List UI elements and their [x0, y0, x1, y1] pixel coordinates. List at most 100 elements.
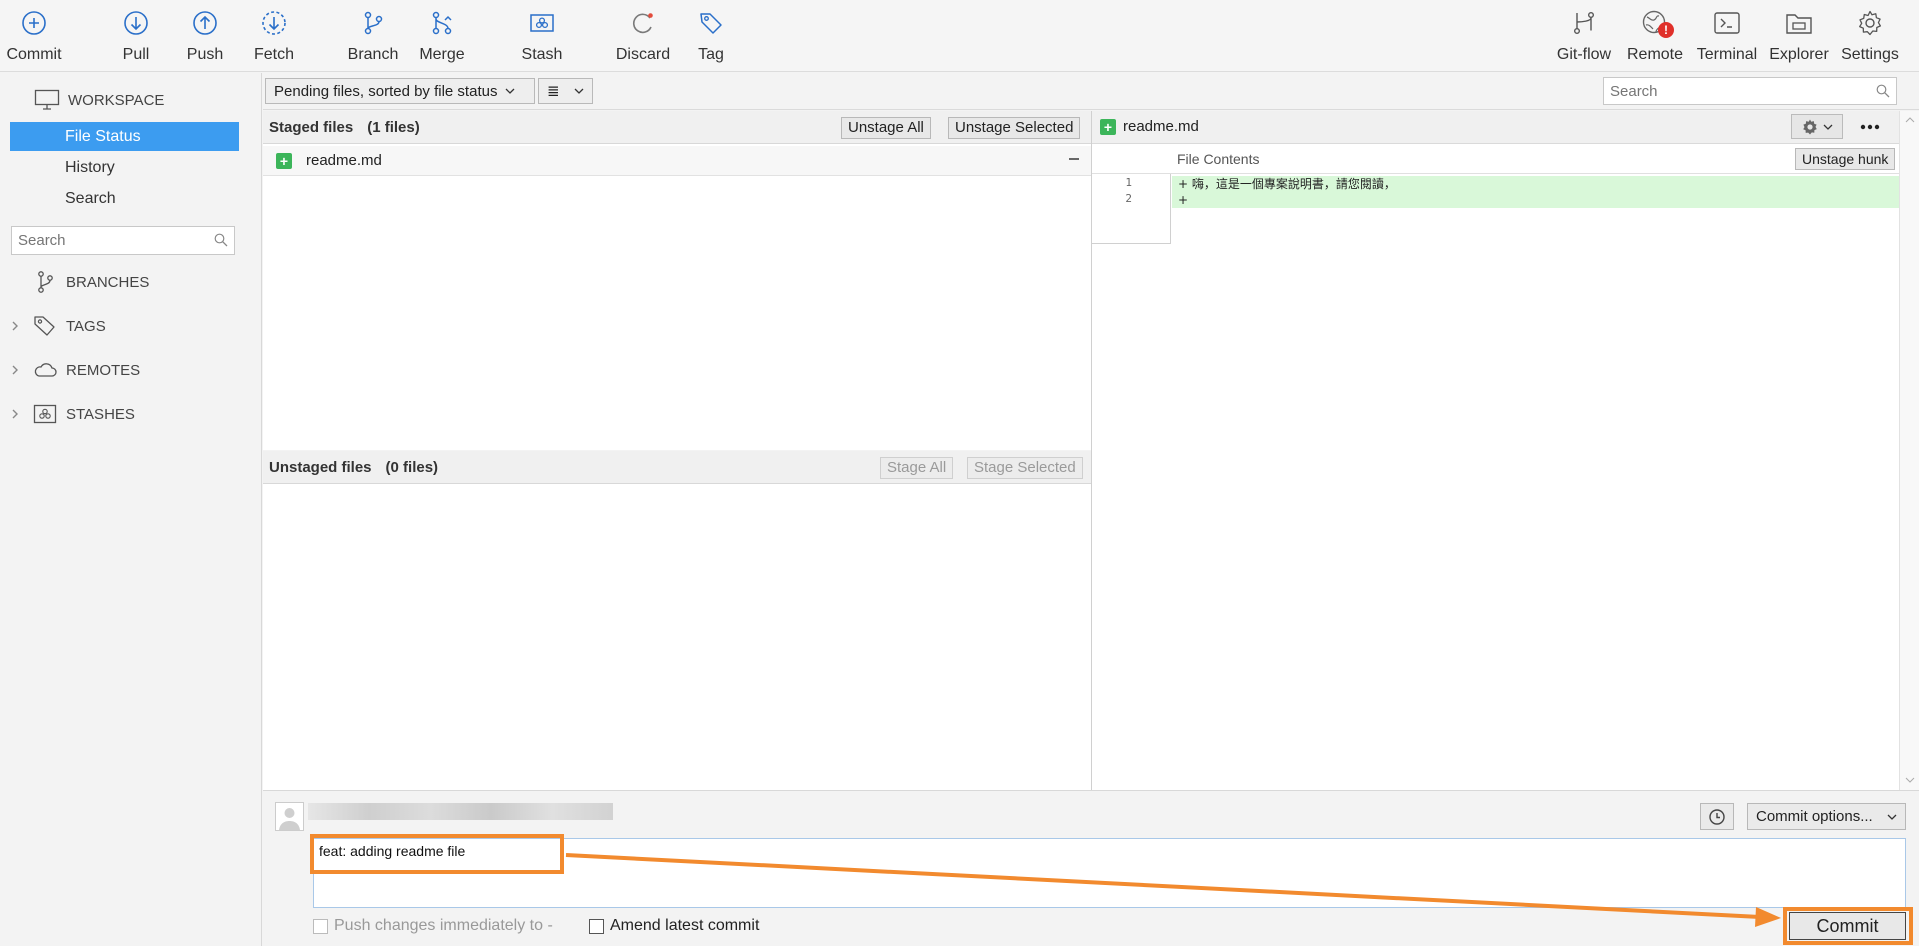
gear-icon — [1855, 8, 1885, 38]
commit-options-label: Commit options... — [1756, 808, 1873, 825]
staged-file-row[interactable]: + readme.md — [263, 146, 1091, 176]
terminal-button[interactable]: Terminal — [1694, 8, 1760, 68]
settings-button[interactable]: Settings — [1836, 8, 1904, 68]
staged-file-name: readme.md — [306, 152, 382, 169]
sidebar-search-input[interactable] — [12, 227, 202, 254]
main-toolbar: Commit Pull Push Fetch Branch Merge Stas… — [0, 0, 1919, 72]
workspace-header[interactable]: WORKSPACE — [34, 89, 164, 111]
amend-commit-checkbox[interactable]: Amend latest commit — [589, 917, 759, 935]
explorer-label: Explorer — [1769, 46, 1829, 63]
discard-button[interactable]: Discard — [612, 8, 674, 68]
commit-options-dropdown[interactable]: Commit options... — [1747, 803, 1906, 830]
sidebar-item-search[interactable]: Search — [10, 184, 239, 213]
gitflow-label: Git-flow — [1556, 46, 1612, 63]
unstage-all-button[interactable]: Unstage All — [841, 117, 931, 139]
file-search — [1603, 77, 1897, 105]
branch-icon — [358, 8, 388, 38]
tag-button[interactable]: Tag — [681, 8, 741, 68]
added-file-icon: + — [1100, 119, 1116, 135]
view-mode-dropdown[interactable]: ≣ — [538, 78, 593, 104]
push-immediately-checkbox[interactable]: Push changes immediately to - — [313, 917, 553, 935]
terminal-label: Terminal — [1696, 46, 1758, 63]
discard-icon — [628, 8, 658, 38]
merge-button[interactable]: Merge — [412, 8, 472, 68]
monitor-icon — [34, 89, 60, 111]
merge-icon — [427, 8, 457, 38]
message-highlight-box — [310, 834, 564, 874]
gitflow-button[interactable]: Git-flow — [1552, 8, 1616, 68]
branch-button[interactable]: Branch — [343, 8, 403, 68]
chevron-down-icon — [1823, 123, 1833, 131]
unstaged-files-header: Unstaged files (0 files) Stage All Stage… — [263, 451, 1091, 484]
chevron-down-icon — [1887, 813, 1897, 821]
stage-selected-button[interactable]: Stage Selected — [967, 457, 1083, 479]
chevron-right-icon — [0, 320, 30, 332]
diff-scrollbar[interactable] — [1899, 111, 1919, 790]
list-view-icon: ≣ — [547, 83, 560, 100]
checkbox — [313, 918, 328, 934]
staged-files-header: Staged files (1 files) Unstage All Unsta… — [263, 111, 1091, 144]
commit-label: Commit — [6, 46, 62, 63]
sidebar-section-stashes[interactable]: STASHES — [0, 399, 262, 429]
push-button[interactable]: Push — [175, 8, 235, 68]
pull-label: Pull — [122, 46, 150, 63]
more-options-icon[interactable] — [1859, 117, 1881, 137]
sidebar-search — [11, 226, 235, 255]
remote-icon: ! — [1640, 8, 1674, 38]
stage-all-button[interactable]: Stage All — [880, 457, 954, 479]
remotes-label: REMOTES — [66, 361, 141, 379]
fetch-button[interactable]: Fetch — [244, 8, 304, 68]
file-search-input[interactable] — [1604, 78, 1864, 104]
commit-toolbar-button[interactable]: Commit — [4, 8, 64, 68]
stash-label: Stash — [521, 46, 563, 63]
push-immediately-label: Push changes immediately to - — [334, 917, 553, 934]
gear-icon — [1801, 118, 1819, 136]
sidebar-section-branches[interactable]: BRANCHES — [0, 267, 262, 297]
push-label: Push — [186, 46, 224, 63]
merge-label: Merge — [419, 46, 465, 63]
pull-button[interactable]: Pull — [106, 8, 166, 68]
search-icon — [214, 233, 228, 247]
commit-icon — [19, 8, 49, 38]
diff-options-button[interactable] — [1791, 114, 1843, 139]
sidebar-item-history[interactable]: History — [10, 153, 239, 182]
unstage-hunk-button[interactable]: Unstage hunk — [1795, 148, 1896, 170]
discard-label: Discard — [615, 46, 671, 63]
commit-history-button[interactable] — [1700, 803, 1734, 830]
staged-files-title: Staged files — [269, 118, 354, 136]
diff-header: + readme.md — [1092, 111, 1899, 144]
author-name-redacted — [308, 803, 613, 820]
branch-label: Branch — [347, 46, 399, 63]
unstage-selected-button[interactable]: Unstage Selected — [948, 117, 1081, 139]
branches-label: BRANCHES — [66, 273, 150, 291]
tags-label: TAGS — [66, 317, 106, 335]
line-number: 2 — [1125, 192, 1132, 205]
unstaged-files-count: (0 files) — [385, 458, 439, 476]
stash-button[interactable]: Stash — [512, 8, 572, 68]
remote-label: Remote — [1626, 46, 1684, 63]
diff-added-line: + 嗨，這是一個專案說明書，請您閱讀， — [1172, 176, 1899, 192]
staged-files-pane: Staged files (1 files) Unstage All Unsta… — [263, 111, 1091, 450]
chevron-down-icon — [574, 87, 584, 95]
fetch-label: Fetch — [253, 46, 294, 63]
stash-icon — [30, 404, 60, 424]
clock-icon — [1708, 808, 1726, 826]
branch-icon — [30, 270, 60, 294]
sidebar-section-tags[interactable]: TAGS — [0, 311, 262, 341]
remote-button[interactable]: ! Remote — [1622, 8, 1688, 68]
chevron-right-icon — [0, 408, 30, 420]
settings-label: Settings — [1841, 46, 1899, 63]
explorer-button[interactable]: Explorer — [1765, 8, 1833, 68]
unstage-file-icon[interactable] — [1067, 152, 1081, 166]
search-icon — [1876, 84, 1890, 98]
stashes-label: STASHES — [66, 405, 135, 423]
sidebar-item-file-status[interactable]: File Status — [10, 122, 239, 151]
workspace-label: WORKSPACE — [68, 91, 165, 109]
sort-dropdown[interactable]: Pending files, sorted by file status — [265, 78, 535, 104]
diff-file-name: readme.md — [1123, 118, 1199, 135]
sidebar: WORKSPACE File Status History Search BRA… — [0, 73, 262, 946]
diff-added-line: + — [1172, 192, 1899, 208]
sidebar-section-remotes[interactable]: REMOTES — [0, 355, 262, 385]
sort-dropdown-label: Pending files, sorted by file status — [274, 82, 498, 100]
tag-label: Tag — [698, 46, 724, 63]
